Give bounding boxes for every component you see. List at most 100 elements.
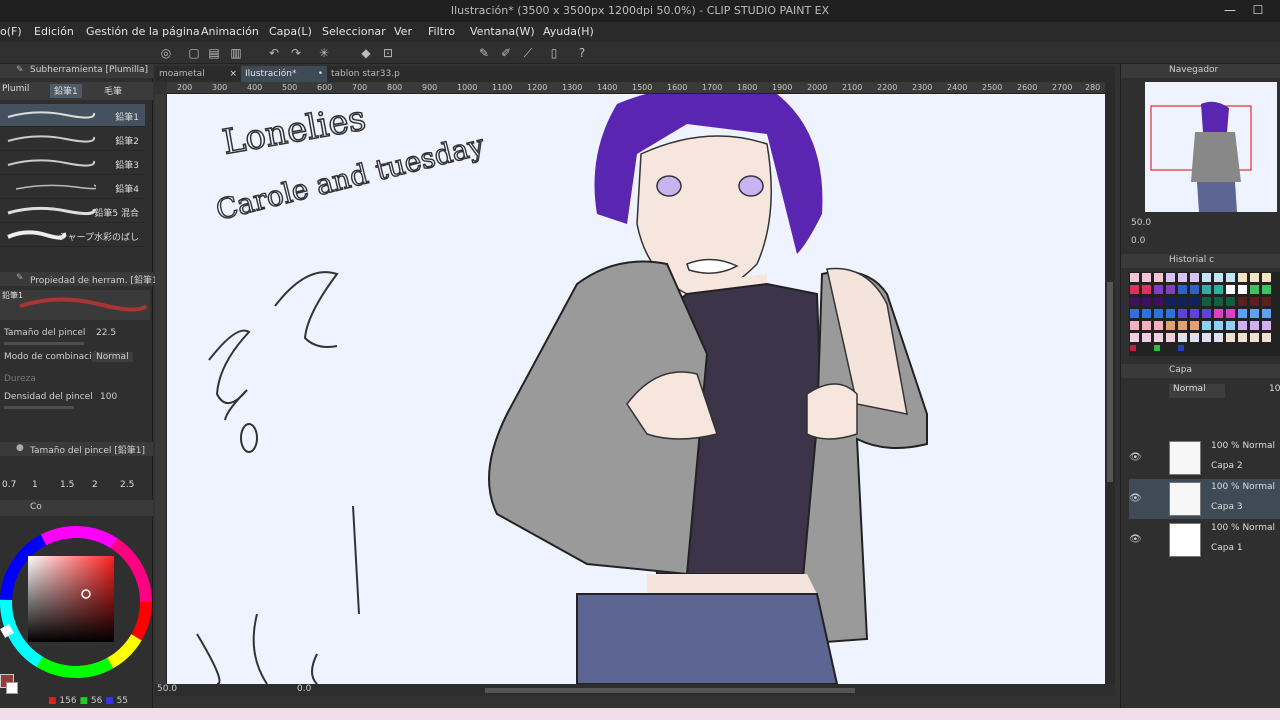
menu-filter[interactable]: Filtro	[428, 25, 455, 38]
navigator-preview[interactable]	[1145, 82, 1277, 212]
layer-row[interactable]: 👁 100 % Normal Capa 1	[1129, 520, 1280, 560]
window-title: Ilustración* (3500 x 3500px 1200dpi 50.0…	[450, 4, 830, 17]
navigator-header: Navegador	[1121, 64, 1280, 78]
tool-property-icon: ✎	[16, 273, 24, 283]
sketch-text-lonelies: Lonelies	[220, 98, 369, 162]
zoom-value[interactable]: 50.0	[157, 684, 177, 694]
hardness-label: Dureza	[4, 374, 36, 384]
tab-moametal[interactable]: moametal ×	[155, 66, 241, 82]
brush-item[interactable]: 鉛筆1	[0, 104, 145, 127]
brush-preview: 鉛筆1	[0, 290, 150, 320]
open-file-icon[interactable]: ▤	[206, 45, 222, 61]
brush-item[interactable]: 鉛筆2	[0, 128, 145, 151]
modified-dot-icon: •	[317, 69, 323, 79]
minimize-button[interactable]: —	[1222, 2, 1238, 18]
menu-bar: o(F) Edición Gestión de la página Animac…	[0, 22, 1280, 42]
brush-size-panel-icon: ●	[16, 443, 24, 453]
tablet-icon[interactable]: ▯	[546, 45, 562, 61]
drawing-canvas[interactable]: Lonelies Carole and tuesday	[167, 94, 1105, 684]
horizontal-ruler: 200 300 400 500 600 700 800 900 1000 110…	[167, 82, 1105, 94]
layer-thumbnail	[1169, 482, 1201, 516]
b-value: 55	[116, 696, 129, 706]
help-icon[interactable]: ?	[574, 45, 590, 61]
eye-icon[interactable]: 👁	[1129, 452, 1142, 463]
layer-row[interactable]: 👁 100 % Normal Capa 2	[1129, 438, 1280, 478]
redo-icon[interactable]: ↷	[288, 45, 304, 61]
blend-mode-row: Modo de combinación Normal	[0, 350, 150, 370]
loading-icon[interactable]: ✳	[316, 45, 332, 61]
new-file-icon[interactable]: ▢	[186, 45, 202, 61]
menu-select[interactable]: Seleccionar	[322, 25, 386, 38]
color-wheel[interactable]	[0, 522, 153, 692]
size-preset[interactable]: 1	[32, 480, 38, 490]
brush-item[interactable]: 鉛筆4	[0, 176, 145, 199]
tab-ilustracion[interactable]: Ilustración* •	[241, 66, 327, 82]
close-icon[interactable]: ×	[229, 66, 237, 82]
tab-pencil1[interactable]: 鉛筆1	[50, 84, 82, 98]
undo-icon[interactable]: ↶	[266, 45, 282, 61]
density-label: Densidad del pincel	[4, 392, 93, 402]
size-preset[interactable]: 1.5	[60, 480, 74, 490]
eye-icon[interactable]: 👁	[1129, 493, 1142, 504]
color-set-palette[interactable]	[1129, 272, 1280, 356]
blend-mode-select[interactable]: Normal	[92, 352, 133, 362]
horizontal-scrollbar[interactable]	[485, 688, 855, 693]
scroll-thumb[interactable]	[1107, 282, 1113, 482]
menu-animation[interactable]: Animación	[201, 25, 259, 38]
menu-layer[interactable]: Capa(L)	[269, 25, 312, 38]
pen-icon[interactable]: ✎	[476, 45, 492, 61]
brush-icon[interactable]: ✐	[498, 45, 514, 61]
tab-brush[interactable]: 毛筆	[104, 84, 122, 98]
nav-angle-value[interactable]: 0.0	[1131, 236, 1145, 246]
brush-item[interactable]: 鉛筆3	[0, 152, 145, 175]
density-value[interactable]: 100	[100, 392, 117, 402]
g-marker: ■	[79, 696, 88, 706]
transform-icon[interactable]: ⊡	[380, 45, 396, 61]
brush-size-slider[interactable]	[4, 342, 84, 345]
clip-studio-icon[interactable]: ◎	[158, 45, 174, 61]
tab-plumilla[interactable]: Plumil	[2, 84, 29, 98]
sub-color-swatch[interactable]	[6, 682, 18, 694]
menu-file[interactable]: o(F)	[0, 25, 22, 38]
eye-icon[interactable]: 👁	[1129, 534, 1142, 545]
subtool-icon: ✎	[16, 65, 24, 75]
menu-edit[interactable]: Edición	[34, 25, 74, 38]
layer-thumbnail	[1169, 441, 1201, 475]
line-icon[interactable]: ⟋	[520, 45, 536, 61]
rgb-readout: ■ 156 ■ 56 ■ 55	[48, 696, 128, 706]
r-marker: ■	[48, 696, 57, 706]
size-preset[interactable]: 2	[92, 480, 98, 490]
color-panel-header: Co	[0, 500, 153, 516]
canvas-status-bar: 50.0 0.0	[155, 684, 1115, 696]
title-bar: Ilustración* (3500 x 3500px 1200dpi 50.0…	[0, 0, 1280, 22]
menu-help[interactable]: Ayuda(H)	[543, 25, 594, 38]
brush-item[interactable]: シャープ水彩のばし	[0, 224, 145, 247]
nav-zoom-value[interactable]: 50.0	[1131, 218, 1151, 228]
menu-page-management[interactable]: Gestión de la página	[86, 25, 200, 38]
blend-mode-label: Modo de combinación	[4, 352, 103, 362]
size-preset[interactable]: 2.5	[120, 480, 134, 490]
brush-size-panel-header: ● Tamaño del pincel [鉛筆1]	[0, 442, 153, 456]
layer-row[interactable]: 👁 100 % Normal Capa 3	[1129, 479, 1280, 519]
clip-studio-window: Ilustración* (3500 x 3500px 1200dpi 50.0…	[0, 0, 1280, 720]
size-preset[interactable]: 0.7	[2, 480, 16, 490]
layer-opacity-value[interactable]: 100	[1269, 384, 1280, 394]
command-bar: ◎ ▢ ▤ ▥ ↶ ↷ ✳ ◆ ⊡ ✎ ✐ ⟋ ▯ ?	[0, 42, 1280, 64]
density-slider[interactable]	[4, 406, 74, 409]
menu-window[interactable]: Ventana(W)	[470, 25, 535, 38]
maximize-button[interactable]: ☐	[1250, 2, 1266, 18]
menu-view[interactable]: Ver	[394, 25, 412, 38]
tab-tablon[interactable]: tablon star33.p	[327, 66, 413, 82]
layer-header: Capa	[1121, 364, 1280, 378]
save-icon[interactable]: ▥	[228, 45, 244, 61]
subtool-header: ✎ Subherramienta [Plumilla]	[0, 64, 153, 78]
brush-item[interactable]: 鉛筆5 混合	[0, 200, 145, 223]
vertical-scrollbar[interactable]	[1105, 82, 1115, 684]
brush-size-value[interactable]: 22.5	[96, 328, 116, 338]
artwork: Lonelies Carole and tuesday	[196, 94, 928, 684]
layer-blend-select[interactable]: Normal	[1169, 384, 1225, 398]
fill-icon[interactable]: ◆	[358, 45, 374, 61]
brush-size-label: Tamaño del pincel	[4, 328, 86, 338]
taskbar-strip	[0, 708, 1280, 720]
angle-value[interactable]: 0.0	[297, 684, 311, 694]
